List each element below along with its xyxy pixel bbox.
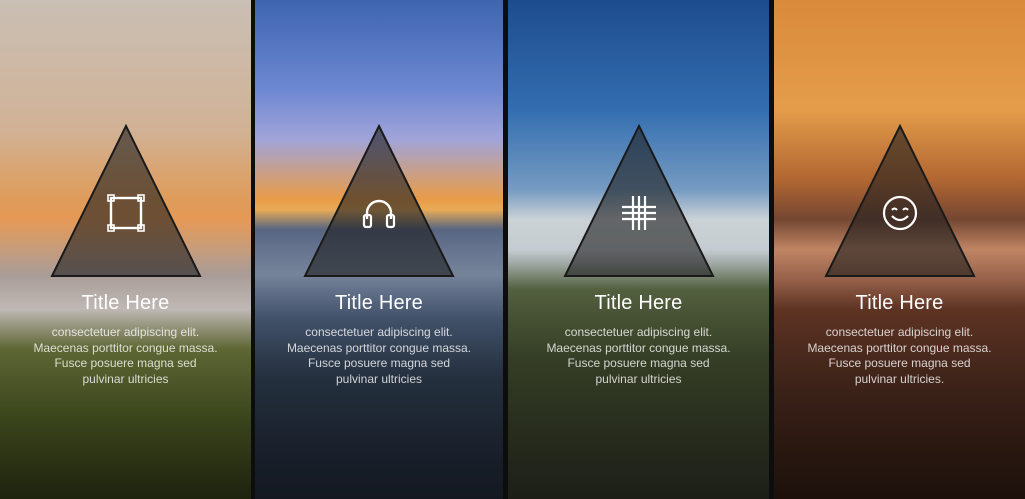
panel-description: consectetuer adipiscing elit. Maecenas p… [33, 325, 218, 386]
panel-title: Title Here [335, 292, 423, 314]
photo-panels: Title Here consectetuer adipiscing elit.… [0, 0, 1025, 499]
panel-2: Title Here consectetuer adipiscing elit.… [255, 0, 503, 499]
square-selection-icon [106, 194, 145, 232]
panel-description: consectetuer adipiscing elit. Maecenas p… [286, 325, 472, 386]
panel-description: consectetuer adipiscing elit. Maecenas p… [546, 325, 731, 386]
grid-hash-icon [621, 196, 656, 230]
panel-title: Title Here [594, 292, 683, 314]
panel-3: Title Here consectetuer adipiscing elit.… [508, 0, 769, 499]
panel-title: Title Here [81, 292, 170, 314]
panel-description: consectetuer adipiscing elit. Maecenas p… [807, 325, 992, 386]
smiley-face-icon [882, 195, 917, 231]
headphones-icon [362, 199, 396, 229]
panel-1: Title Here consectetuer adipiscing elit.… [0, 0, 251, 499]
panel-title: Title Here [855, 292, 944, 314]
panel-4: Title Here consectetuer adipiscing elit.… [774, 0, 1025, 499]
